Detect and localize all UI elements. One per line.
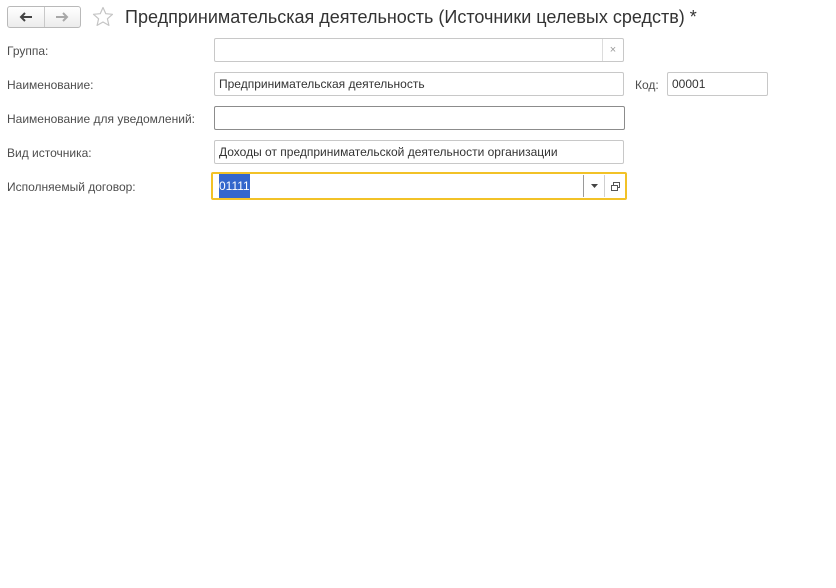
code-value: 00001 [672, 77, 706, 91]
open-window-icon [610, 181, 620, 191]
navigation-buttons [7, 6, 81, 28]
code-label: Код: [635, 78, 659, 92]
back-button[interactable] [8, 7, 44, 27]
form-window: Предпринимательская деятельность (Источн… [0, 0, 836, 588]
contract-field[interactable]: 01111 [211, 172, 627, 200]
name-label: Наименование: [7, 78, 94, 92]
chevron-down-icon [590, 184, 598, 188]
notification-name-field[interactable] [214, 106, 625, 130]
clear-icon[interactable]: × [602, 39, 623, 61]
favorite-star-icon[interactable] [91, 5, 115, 29]
name-field[interactable]: Предпринимательская деятельность [214, 72, 624, 96]
forward-button[interactable] [43, 7, 81, 27]
group-field[interactable]: × [214, 38, 624, 62]
source-type-field[interactable]: Доходы от предпринимательской деятельнос… [214, 140, 624, 164]
name-value: Предпринимательская деятельность [219, 77, 425, 91]
source-type-label: Вид источника: [7, 146, 92, 160]
arrow-left-icon [19, 12, 32, 22]
group-label: Группа: [7, 44, 49, 58]
source-type-value: Доходы от предпринимательской деятельнос… [219, 145, 558, 159]
open-button[interactable] [604, 175, 625, 197]
page-title: Предпринимательская деятельность (Источн… [125, 7, 697, 27]
notification-name-label: Наименование для уведомлений: [7, 112, 195, 126]
contract-label: Исполняемый договор: [7, 180, 136, 194]
arrow-right-icon [56, 12, 69, 22]
code-field[interactable]: 00001 [667, 72, 768, 96]
dropdown-button[interactable] [583, 175, 604, 197]
contract-value: 01111 [219, 174, 250, 198]
